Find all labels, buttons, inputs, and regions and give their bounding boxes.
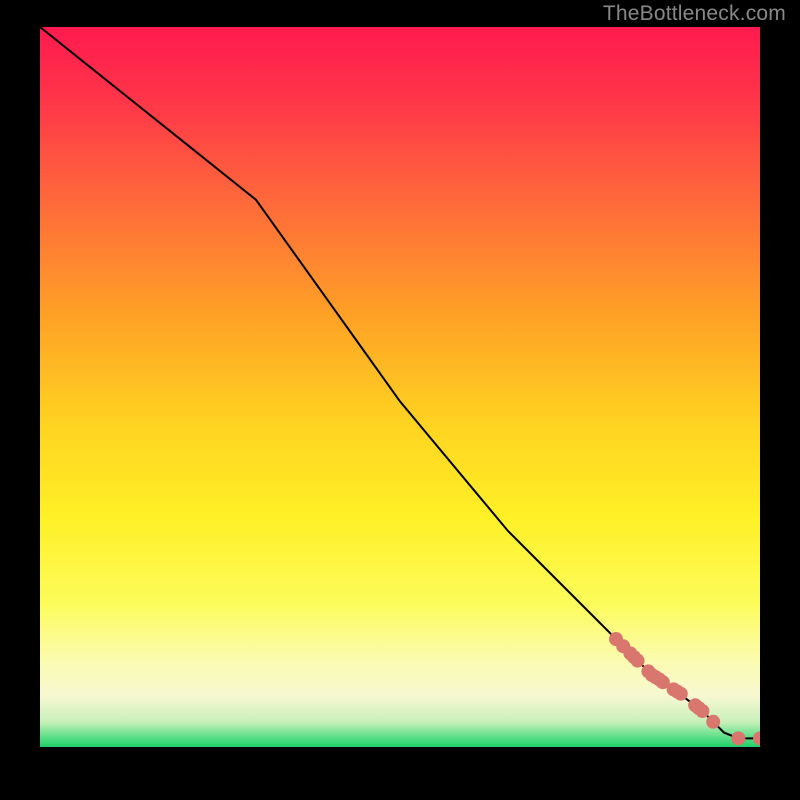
data-marker	[695, 704, 709, 718]
data-marker	[631, 654, 645, 668]
chart-frame: TheBottleneck.com	[0, 0, 800, 800]
data-marker	[731, 731, 745, 745]
data-marker	[706, 715, 720, 729]
watermark-text: TheBottleneck.com	[603, 2, 786, 26]
chart-svg	[40, 27, 760, 747]
data-marker	[674, 687, 688, 701]
gradient-background	[40, 27, 760, 747]
plot-area	[40, 27, 760, 747]
